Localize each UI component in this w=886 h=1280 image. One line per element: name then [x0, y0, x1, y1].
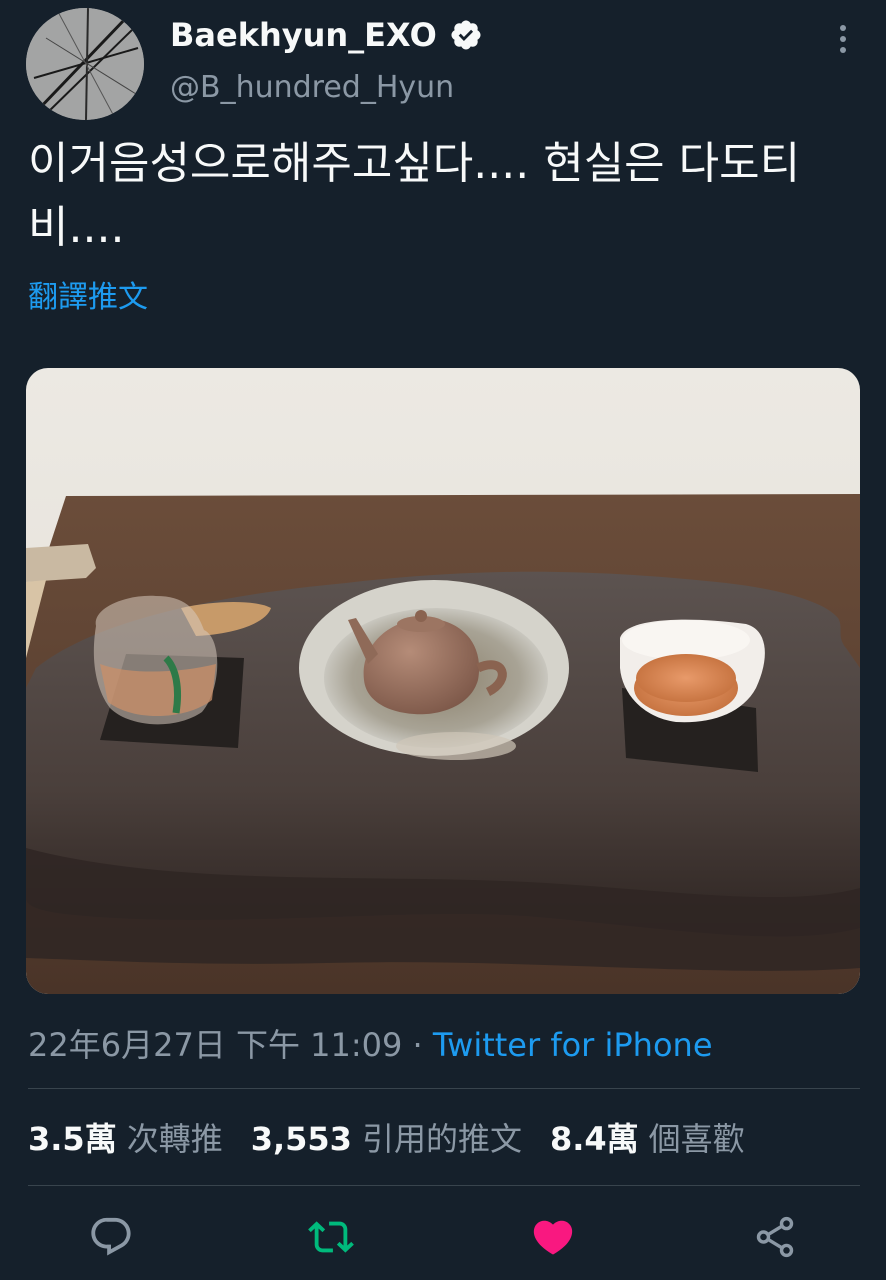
tweet-stats: 3.5萬 次轉推 3,553 引用的推文 8.4萬 個喜歡: [28, 1114, 745, 1160]
retweets-label: 次轉推: [126, 1120, 223, 1158]
meta-separator: ·: [412, 1026, 423, 1064]
tweet-source-link[interactable]: Twitter for iPhone: [433, 1026, 713, 1064]
translate-tweet-link[interactable]: 翻譯推文: [28, 272, 148, 316]
divider: [28, 1185, 860, 1186]
quotes-label: 引用的推文: [361, 1120, 522, 1158]
more-options-icon[interactable]: [826, 22, 860, 56]
likes-count: 8.4萬: [549, 1120, 639, 1158]
heart-icon: [533, 1220, 573, 1255]
tea-set-photo: [26, 368, 860, 994]
retweet-icon: [308, 1221, 354, 1253]
retweet-button[interactable]: [308, 1214, 354, 1260]
author-name-row[interactable]: Baekhyun_EXO: [170, 16, 483, 54]
verified-badge-icon: [451, 20, 481, 50]
quotes-stat[interactable]: 3,553 引用的推文: [251, 1114, 522, 1160]
tweet-text: 이거음성으로해주고싶다.... 현실은 다도티비....: [28, 138, 801, 253]
like-button[interactable]: [530, 1214, 576, 1260]
avatar[interactable]: [26, 8, 144, 120]
share-button[interactable]: [752, 1214, 798, 1260]
tweet-meta: 22年6月27日 下午 11:09 · Twitter for iPhone: [28, 1020, 713, 1066]
share-icon: [756, 1216, 794, 1258]
likes-label: 個喜歡: [648, 1120, 745, 1158]
tweet-timestamp[interactable]: 22年6月27日 下午 11:09: [28, 1026, 402, 1064]
likes-stat[interactable]: 8.4萬 個喜歡: [550, 1114, 745, 1160]
divider: [28, 1088, 860, 1089]
author-handle[interactable]: @B_hundred_Hyun: [170, 70, 454, 105]
tweet-photo[interactable]: [26, 368, 860, 994]
retweets-count: 3.5萬: [28, 1120, 117, 1158]
quotes-count: 3,553: [250, 1120, 352, 1158]
reply-button[interactable]: [88, 1214, 134, 1260]
display-name[interactable]: Baekhyun_EXO: [170, 16, 437, 54]
reply-icon: [91, 1217, 131, 1256]
retweets-stat[interactable]: 3.5萬 次轉推: [28, 1114, 223, 1160]
